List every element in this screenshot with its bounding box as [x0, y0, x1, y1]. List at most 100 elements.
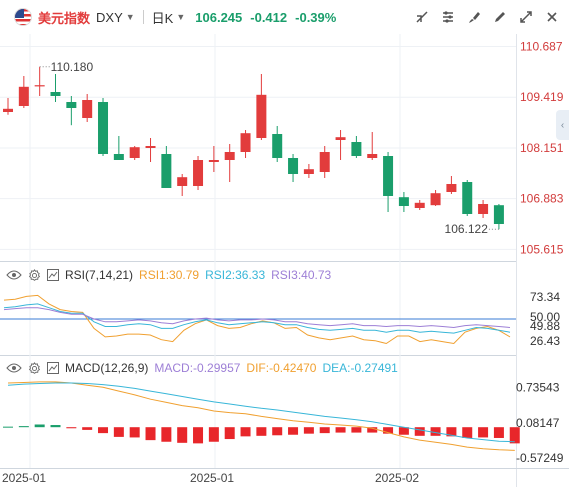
indicator-settings-icon[interactable] [439, 8, 457, 26]
macd-bar [351, 427, 362, 433]
rsi-header: RSI(7,14,21) RSI1:30.79 RSI2:36.33 RSI3:… [0, 266, 337, 284]
macd-bar [18, 426, 29, 428]
macd-bar [145, 427, 156, 441]
macd-bar [319, 427, 330, 434]
kline-chart[interactable]: 110.180 106.122 110.687 109.419 108.151 106.… [0, 0, 569, 487]
candle-body [193, 160, 204, 186]
candle-body [272, 134, 283, 158]
macd-bar [272, 427, 283, 436]
chevron-down-icon[interactable]: ▼ [126, 12, 135, 22]
macd-bar [66, 427, 77, 429]
dea-value: DEA:-0.27491 [322, 361, 398, 375]
brush-icon[interactable] [465, 8, 483, 26]
macd-bar [398, 427, 409, 435]
candle-body [288, 158, 299, 174]
macd-label: MACD(12,26,9) [65, 361, 149, 375]
macd-bar [177, 427, 188, 443]
rsi-label: RSI(7,14,21) [65, 268, 134, 282]
candle-body [3, 108, 13, 112]
period-selector[interactable]: 日K [152, 8, 174, 27]
price-tick-label: 106.883 [520, 192, 564, 206]
candle-body [478, 204, 489, 214]
dif-value: DIF:-0.42470 [246, 361, 317, 375]
macd-bar [208, 427, 219, 442]
divider [142, 10, 144, 24]
macd-bar [462, 427, 473, 438]
rsi-tick-label: 73.34 [530, 290, 560, 304]
eye-icon[interactable] [6, 269, 22, 281]
macd-tick-label: -0.57249 [516, 451, 564, 465]
macd-bar [82, 427, 93, 430]
macd-header: MACD(12,26,9) MACD:-0.29957 DIF:-0.42470… [0, 359, 404, 377]
draw-line-icon[interactable] [413, 8, 431, 26]
candle-body [224, 152, 235, 160]
instrument-name[interactable]: 美元指数 [38, 8, 90, 27]
gear-icon[interactable] [28, 268, 41, 282]
expand-icon[interactable] [517, 8, 535, 26]
collapse-panel-button[interactable]: ‹ [556, 110, 569, 140]
price-tick-label: 110.687 [520, 40, 563, 54]
macd-bar [414, 427, 425, 436]
candle-body [34, 85, 45, 87]
macd-bar [335, 427, 346, 433]
macd-bar [256, 427, 267, 436]
candle-body [493, 205, 504, 224]
rsi-tick-label: 49.88 [530, 319, 560, 333]
candle-body [462, 182, 473, 214]
candle-body [50, 92, 61, 96]
eye-icon[interactable] [6, 362, 22, 374]
candle-body [414, 202, 425, 208]
macd-value: MACD:-0.29957 [154, 361, 241, 375]
candle-body [161, 154, 172, 188]
macd-bar [478, 427, 489, 438]
candle-body [367, 154, 378, 158]
candle-body [82, 100, 93, 118]
x-tick-label: 2025-01 [190, 471, 234, 485]
macd-bar [193, 427, 204, 444]
price-tick-label: 109.419 [520, 90, 564, 104]
macd-series-line [7, 381, 515, 451]
candle-body [398, 197, 409, 206]
candle-body [430, 193, 441, 206]
candle-body [98, 102, 109, 154]
candle-body [446, 184, 457, 192]
low-label: 106.122 [445, 222, 489, 236]
x-tick-label: 2025-01 [2, 471, 46, 485]
candle-body [66, 102, 77, 108]
chevron-down-icon[interactable]: ▼ [176, 12, 185, 22]
candle-body [303, 169, 314, 174]
macd-tick-label: 0.08147 [516, 416, 560, 430]
us-flag-icon [14, 8, 32, 26]
candle-body [335, 137, 346, 140]
candle-body [319, 152, 330, 172]
macd-bar [240, 427, 251, 437]
price-tick-label: 108.151 [520, 141, 564, 155]
gear-icon[interactable] [28, 361, 41, 375]
indicator-icon[interactable] [47, 362, 59, 374]
macd-bar [303, 427, 314, 434]
candle-body [383, 156, 394, 196]
rsi1-value: RSI1:30.79 [139, 268, 200, 282]
rsi-series-line [3, 307, 511, 329]
instrument-symbol[interactable]: DXY [96, 10, 123, 25]
pencil-icon[interactable] [491, 8, 509, 26]
macd-bar [113, 427, 124, 437]
last-price: 106.245 [195, 9, 243, 25]
macd-bar [129, 427, 140, 438]
price-tick-label: 105.615 [520, 242, 564, 256]
rsi-panel [0, 294, 516, 345]
macd-bar [50, 425, 61, 428]
macd-bar [224, 427, 235, 440]
macd-panel [3, 381, 520, 451]
candle-body [145, 146, 156, 148]
price-change: -0.412 [250, 9, 288, 25]
rsi-tick-label: 26.43 [530, 334, 560, 348]
close-icon[interactable] [543, 8, 561, 26]
candle-body [113, 154, 124, 160]
x-tick-label: 2025-02 [375, 471, 419, 485]
indicator-icon[interactable] [47, 269, 59, 281]
macd-bar [34, 424, 45, 428]
candle-body [18, 86, 29, 106]
price-change-percent: -0.39% [295, 9, 337, 25]
chart-header: 美元指数 DXY ▼ 日K ▼ 106.245 -0.412 -0.39% [0, 0, 569, 34]
